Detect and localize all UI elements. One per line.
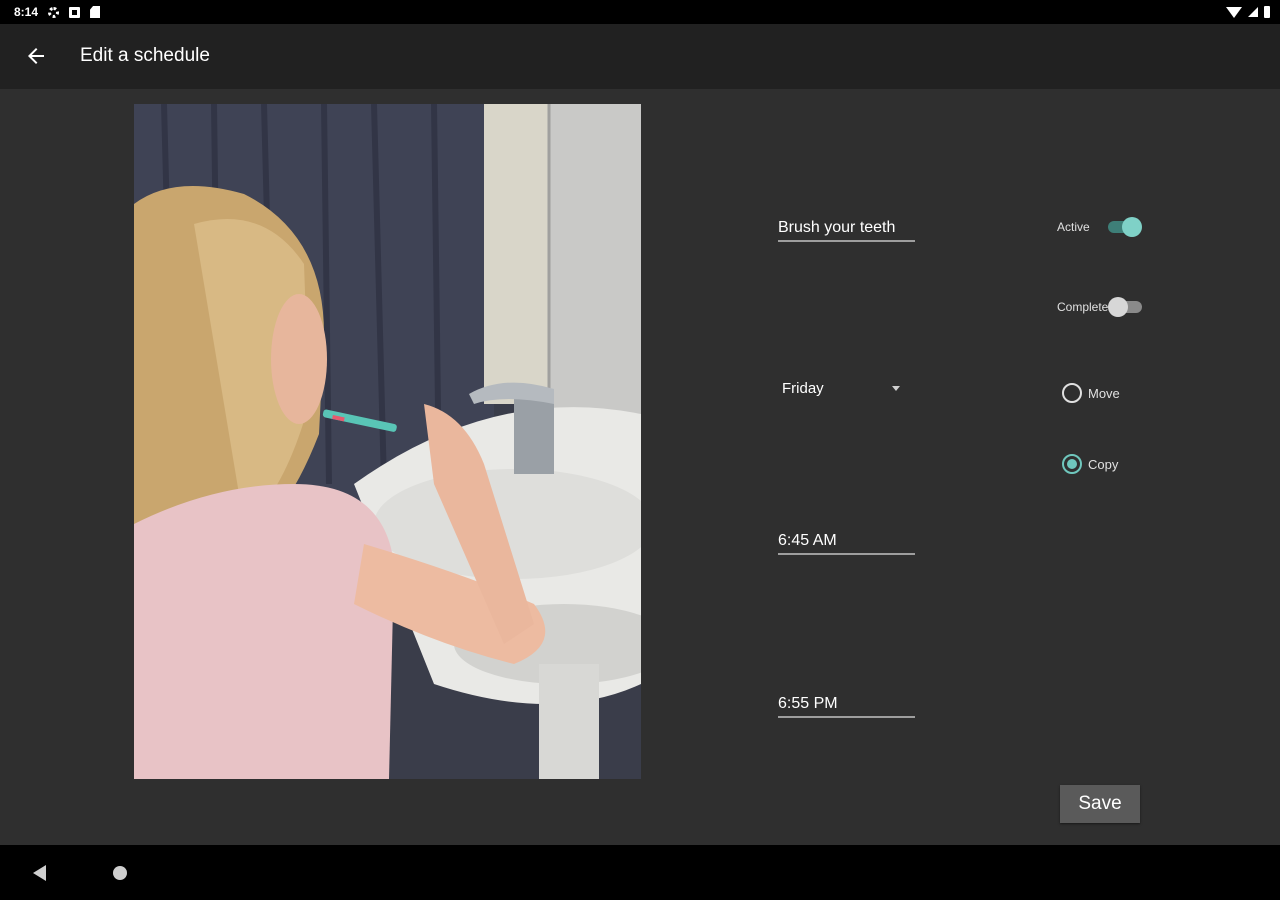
move-label: Move <box>1088 385 1120 401</box>
active-label: Active <box>1057 220 1090 234</box>
start-time-field[interactable]: 6:45 AM <box>778 532 915 555</box>
status-right <box>1226 6 1270 18</box>
complete-toggle[interactable] <box>1108 297 1143 317</box>
task-photo[interactable] <box>134 104 641 779</box>
task-name-field[interactable]: Brush your teeth <box>778 219 915 242</box>
copy-label: Copy <box>1088 456 1119 472</box>
status-time: 8:14 <box>14 5 39 19</box>
page-title: Edit a schedule <box>80 45 210 66</box>
copy-radio-option[interactable]: Copy <box>1062 454 1118 474</box>
navigation-bar <box>0 845 1280 900</box>
save-button[interactable]: Save <box>1060 785 1140 823</box>
app-bar: Edit a schedule <box>0 24 1280 89</box>
notification-icon <box>69 6 81 18</box>
complete-toggle-thumb <box>1108 297 1129 317</box>
sd-card-icon <box>90 6 101 18</box>
status-left: 8:14 <box>14 5 101 19</box>
caret-down-icon <box>892 386 900 391</box>
child-brushing-teeth-image <box>134 104 641 779</box>
active-toggle-thumb <box>1121 217 1142 237</box>
battery-icon <box>1264 6 1270 18</box>
wifi-icon <box>1226 6 1242 18</box>
complete-label: Complete <box>1057 300 1109 314</box>
day-dropdown-value: Friday <box>782 380 824 397</box>
copy-radio-button[interactable] <box>1062 454 1082 474</box>
nav-home-icon[interactable] <box>113 866 127 880</box>
end-time-field[interactable]: 6:55 PM <box>778 695 915 718</box>
active-switch-row[interactable]: Active <box>1057 217 1142 237</box>
move-radio-option[interactable]: Move <box>1062 383 1120 403</box>
day-dropdown[interactable]: Friday <box>782 380 904 397</box>
complete-switch-row[interactable]: Complete <box>1057 297 1143 317</box>
nav-back-icon[interactable] <box>33 865 46 881</box>
settings-icon <box>48 6 60 18</box>
arrow-back-icon[interactable] <box>24 44 48 68</box>
move-radio-button[interactable] <box>1062 383 1082 403</box>
active-toggle[interactable] <box>1107 217 1142 237</box>
signal-icon <box>1248 7 1258 17</box>
status-bar: 8:14 <box>0 0 1280 24</box>
